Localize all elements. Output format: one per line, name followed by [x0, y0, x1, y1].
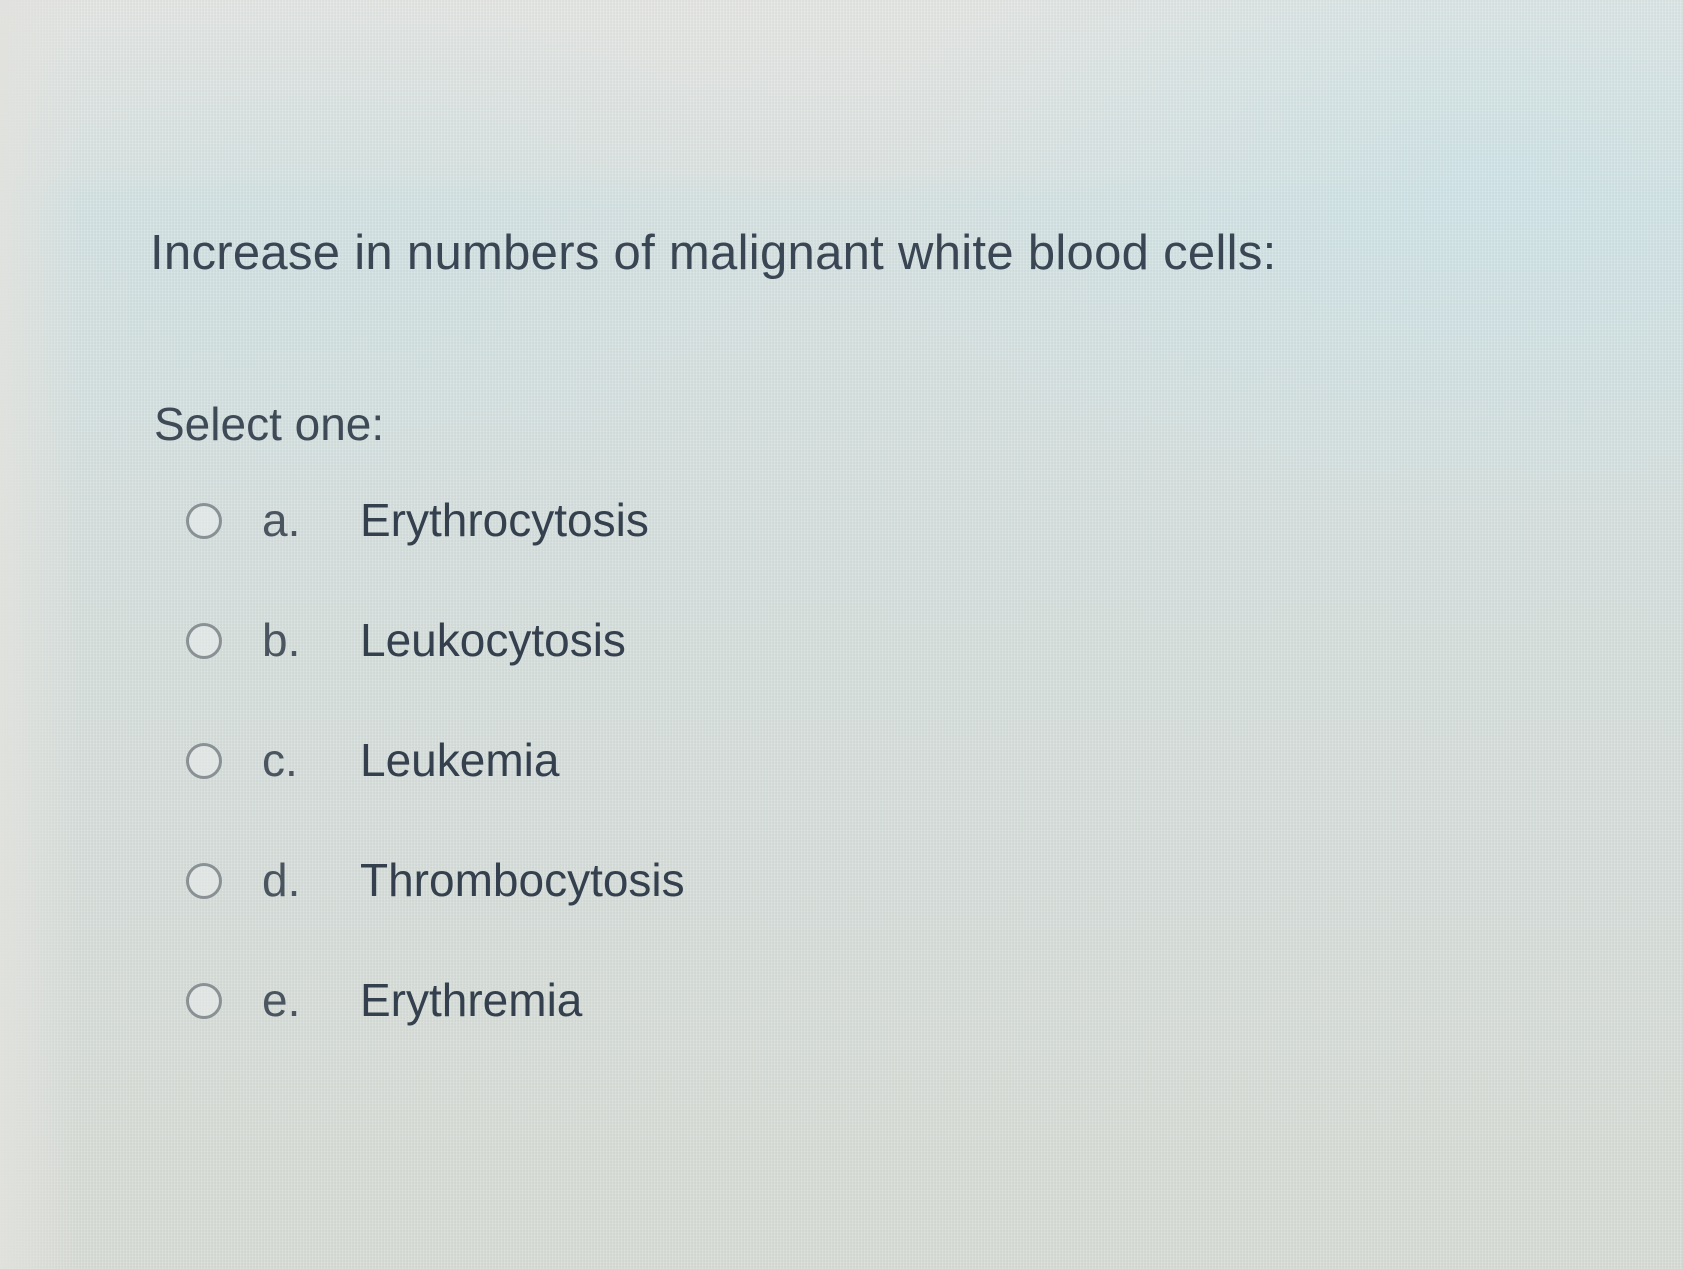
option-label[interactable]: Erythremia: [360, 973, 582, 1027]
option-letter: b.: [262, 614, 301, 666]
answer-option-b[interactable]: b. Leukocytosis: [150, 613, 1050, 733]
option-letter: d.: [262, 854, 301, 906]
radio-button-a[interactable]: [186, 503, 222, 539]
option-label[interactable]: Thrombocytosis: [360, 853, 685, 907]
answer-options: a. Erythrocytosis b. Leukocytosis c. Leu…: [150, 493, 1050, 1093]
answer-option-e[interactable]: e. Erythremia: [150, 973, 1050, 1093]
radio-button-b[interactable]: [186, 623, 222, 659]
answer-option-a[interactable]: a. Erythrocytosis: [150, 493, 1050, 613]
screen-background: Increase in numbers of malignant white b…: [0, 0, 1683, 1269]
answer-option-d[interactable]: d. Thrombocytosis: [150, 853, 1050, 973]
option-letter: e.: [262, 974, 301, 1026]
radio-button-d[interactable]: [186, 863, 222, 899]
option-label[interactable]: Erythrocytosis: [360, 493, 649, 547]
answer-option-c[interactable]: c. Leukemia: [150, 733, 1050, 853]
option-letter: c.: [262, 734, 298, 786]
select-one-prompt: Select one:: [154, 398, 385, 450]
question-text: Increase in numbers of malignant white b…: [150, 226, 1277, 280]
option-label[interactable]: Leukocytosis: [360, 613, 626, 667]
radio-button-c[interactable]: [186, 743, 222, 779]
option-label[interactable]: Leukemia: [360, 733, 559, 787]
option-letter: a.: [262, 494, 301, 546]
question-card: Increase in numbers of malignant white b…: [150, 225, 1550, 1045]
radio-button-e[interactable]: [186, 983, 222, 1019]
